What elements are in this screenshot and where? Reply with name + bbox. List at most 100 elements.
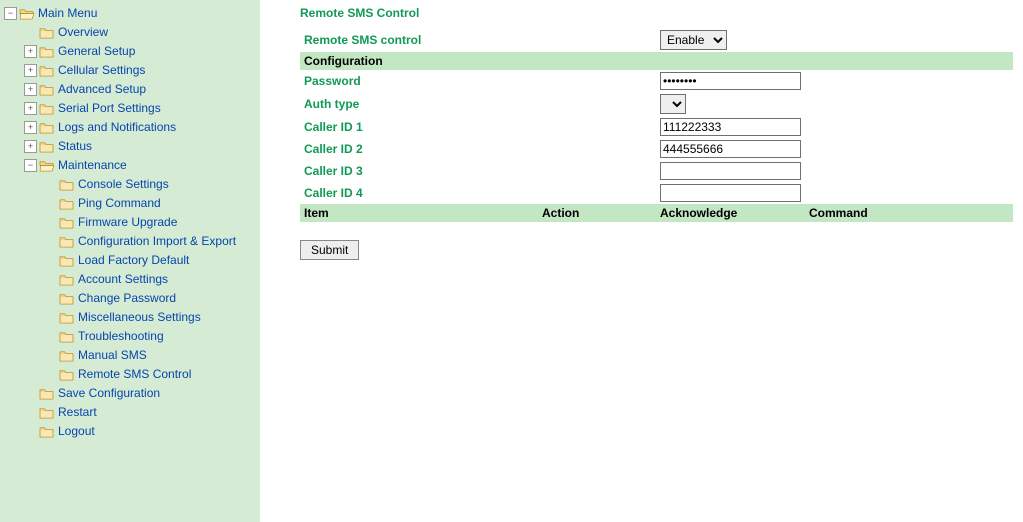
collapse-icon[interactable]: −: [24, 159, 37, 172]
nav-item: Manual SMS: [0, 346, 260, 365]
configuration-header: Configuration: [300, 52, 1013, 70]
folder-icon: [39, 102, 54, 115]
remote-sms-select[interactable]: EnableDisable: [660, 30, 727, 50]
caller3-row: Caller ID 3: [300, 160, 1013, 182]
nav-link[interactable]: Maintenance: [58, 156, 127, 175]
auth-type-row: Auth type: [300, 92, 1013, 116]
expand-icon[interactable]: +: [24, 102, 37, 115]
folder-icon: [39, 387, 54, 400]
nav-item: + Logs and Notifications: [0, 118, 260, 137]
nav-link[interactable]: Firmware Upgrade: [78, 213, 177, 232]
form-table: Remote SMS control EnableDisable Configu…: [300, 28, 1013, 222]
expand-icon[interactable]: +: [24, 140, 37, 153]
expander-spacer: [44, 293, 57, 304]
nav-item: Restart: [0, 403, 260, 422]
nav-tree: − Main MenuOverview + General Setup + Cellula…: [0, 4, 260, 441]
nav-item: Console Settings: [0, 175, 260, 194]
nav-link[interactable]: Configuration Import & Export: [78, 232, 236, 251]
expand-icon[interactable]: +: [24, 121, 37, 134]
folder-icon: [59, 235, 74, 248]
nav-link[interactable]: Save Configuration: [58, 384, 160, 403]
expand-icon[interactable]: +: [24, 64, 37, 77]
folder-icon: [59, 330, 74, 343]
nav-link[interactable]: Main Menu: [38, 4, 97, 23]
nav-link[interactable]: Console Settings: [78, 175, 169, 194]
nav-link[interactable]: Ping Command: [78, 194, 161, 213]
folder-icon: [39, 26, 54, 39]
caller1-input[interactable]: [660, 118, 801, 136]
expand-icon[interactable]: +: [24, 45, 37, 58]
expander-spacer: [44, 217, 57, 228]
col-command: Command: [805, 204, 1013, 222]
expander-spacer: [44, 369, 57, 380]
expand-icon[interactable]: +: [24, 83, 37, 96]
nav-link[interactable]: Change Password: [78, 289, 176, 308]
expander-spacer: [44, 236, 57, 247]
nav-link[interactable]: Logout: [58, 422, 95, 441]
folder-icon: [39, 425, 54, 438]
password-input[interactable]: [660, 72, 801, 90]
folder-icon: [39, 45, 54, 58]
nav-link[interactable]: Overview: [58, 23, 108, 42]
col-ack: Acknowledge: [656, 204, 805, 222]
expander-spacer: [44, 350, 57, 361]
folder-icon: [59, 273, 74, 286]
nav-item: Account Settings: [0, 270, 260, 289]
expander-spacer: [44, 179, 57, 190]
nav-item: + Cellular Settings: [0, 61, 260, 80]
caller4-label: Caller ID 4: [300, 182, 538, 204]
caller1-label: Caller ID 1: [300, 116, 538, 138]
collapse-icon[interactable]: −: [4, 7, 17, 20]
expander-spacer: [44, 331, 57, 342]
caller3-label: Caller ID 3: [300, 160, 538, 182]
nav-item: Remote SMS Control: [0, 365, 260, 384]
col-action: Action: [538, 204, 656, 222]
nav-item: Overview: [0, 23, 260, 42]
caller1-row: Caller ID 1: [300, 116, 1013, 138]
folder-icon: [39, 140, 54, 153]
nav-link[interactable]: Serial Port Settings: [58, 99, 161, 118]
nav-item: + Advanced Setup: [0, 80, 260, 99]
nav-item: Save Configuration: [0, 384, 260, 403]
nav-link[interactable]: General Setup: [58, 42, 135, 61]
nav-item: + Status: [0, 137, 260, 156]
nav-item: Miscellaneous Settings: [0, 308, 260, 327]
auth-type-select[interactable]: [660, 94, 686, 114]
caller2-input[interactable]: [660, 140, 801, 158]
nav-item: Change Password: [0, 289, 260, 308]
nav-link[interactable]: Troubleshooting: [78, 327, 164, 346]
nav-link[interactable]: Load Factory Default: [78, 251, 189, 270]
folder-icon: [59, 178, 74, 191]
remote-sms-label: Remote SMS control: [300, 28, 538, 52]
nav-item: + Serial Port Settings: [0, 99, 260, 118]
caller4-input[interactable]: [660, 184, 801, 202]
folder-icon: [59, 368, 74, 381]
nav-link[interactable]: Cellular Settings: [58, 61, 145, 80]
nav-item: Load Factory Default: [0, 251, 260, 270]
nav-link[interactable]: Restart: [58, 403, 97, 422]
nav-link[interactable]: Status: [58, 137, 92, 156]
configuration-header-row: Configuration: [300, 52, 1013, 70]
expander-spacer: [24, 27, 37, 38]
nav-item: + General Setup: [0, 42, 260, 61]
expander-spacer: [24, 388, 37, 399]
auth-type-label: Auth type: [300, 92, 538, 116]
page: − Main MenuOverview + General Setup + Cellula…: [0, 0, 1023, 522]
expander-spacer: [24, 407, 37, 418]
nav-item: − Maintenance: [0, 156, 260, 175]
submit-button[interactable]: Submit: [300, 240, 359, 260]
nav-link[interactable]: Logs and Notifications: [58, 118, 176, 137]
nav-link[interactable]: Manual SMS: [78, 346, 147, 365]
expander-spacer: [44, 312, 57, 323]
columns-header-row: Item Action Acknowledge Command: [300, 204, 1013, 222]
nav-link[interactable]: Miscellaneous Settings: [78, 308, 201, 327]
nav-link[interactable]: Remote SMS Control: [78, 365, 191, 384]
password-row: Password: [300, 70, 1013, 92]
caller4-row: Caller ID 4: [300, 182, 1013, 204]
folder-icon: [59, 311, 74, 324]
nav-link[interactable]: Account Settings: [78, 270, 168, 289]
expander-spacer: [24, 426, 37, 437]
nav-link[interactable]: Advanced Setup: [58, 80, 146, 99]
folder-open-icon: [19, 7, 34, 20]
caller3-input[interactable]: [660, 162, 801, 180]
